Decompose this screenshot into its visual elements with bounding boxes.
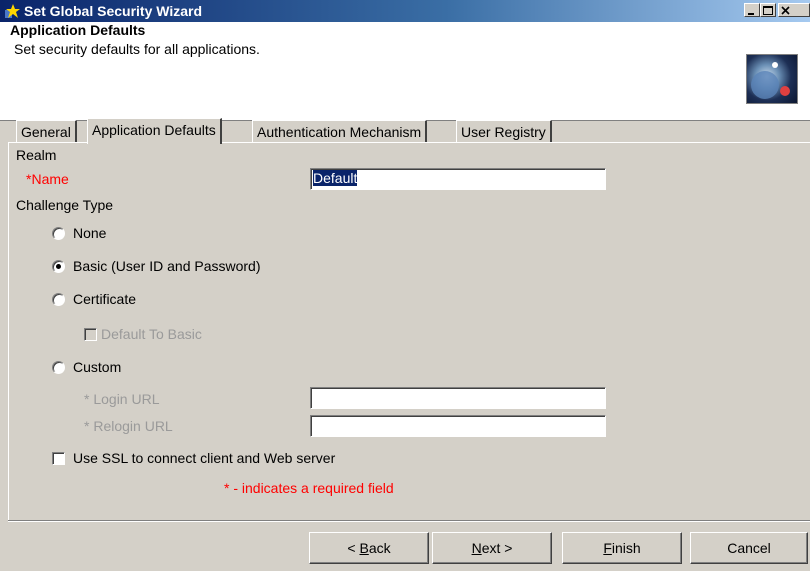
window-title: Set Global Security Wizard	[24, 3, 203, 19]
challenge-none-radio[interactable]	[52, 227, 65, 240]
challenge-certificate-radio[interactable]	[52, 293, 65, 306]
relogin-url-input[interactable]	[310, 415, 606, 437]
back-mnemonic: B	[359, 540, 369, 556]
radio-selected-dot	[56, 264, 61, 269]
required-field-note: * - indicates a required field	[224, 480, 394, 496]
realm-heading: Realm	[16, 147, 57, 163]
login-url-label: * Login URL	[84, 391, 160, 407]
realm-name-input[interactable]: Default	[310, 168, 606, 190]
tab-user-registry[interactable]: User Registry	[456, 120, 552, 142]
cancel-button[interactable]: Cancel	[690, 532, 808, 564]
relogin-url-label: * Relogin URL	[84, 418, 173, 434]
maximize-button[interactable]	[760, 3, 776, 17]
back-button[interactable]: < Back	[309, 532, 429, 564]
globe-icon	[746, 54, 798, 104]
challenge-basic-label[interactable]: Basic (User ID and Password)	[73, 258, 261, 274]
tab-user-registry-label: User Registry	[461, 124, 546, 140]
close-icon	[781, 6, 790, 15]
tab-application-defaults[interactable]: Application Defaults	[87, 118, 222, 144]
tab-general[interactable]: General	[16, 120, 77, 142]
finish-rest: inish	[611, 540, 641, 556]
tab-application-defaults-label: Application Defaults	[92, 122, 216, 138]
wizard-app-icon	[5, 4, 20, 18]
back-rest: ack	[368, 540, 391, 556]
minimize-button[interactable]	[744, 3, 760, 17]
challenge-custom-radio[interactable]	[52, 361, 65, 374]
finish-button[interactable]: Finish	[562, 532, 682, 564]
next-mnemonic: N	[471, 540, 482, 556]
default-to-basic-label: Default To Basic	[101, 326, 202, 342]
minimize-icon	[748, 13, 754, 15]
realm-name-value: Default	[313, 170, 358, 186]
wizard-header: Application Defaults Set security defaul…	[0, 22, 810, 121]
challenge-custom-label[interactable]: Custom	[73, 359, 121, 375]
tab-authentication-mechanism[interactable]: Authentication Mechanism	[252, 120, 428, 142]
challenge-certificate-label[interactable]: Certificate	[73, 291, 136, 307]
tab-general-label: General	[21, 124, 71, 140]
tab-authentication-mechanism-label: Authentication Mechanism	[257, 124, 422, 140]
button-separator	[8, 520, 810, 522]
back-prefix: <	[347, 540, 360, 556]
default-to-basic-checkbox[interactable]	[84, 328, 97, 341]
maximize-icon	[763, 6, 773, 15]
page-title: Application Defaults	[10, 22, 146, 38]
cancel-label: Cancel	[727, 540, 771, 556]
challenge-type-heading: Challenge Type	[16, 197, 114, 213]
login-url-input[interactable]	[310, 387, 606, 409]
name-label: *Name	[26, 171, 69, 187]
title-bar[interactable]: Set Global Security Wizard	[0, 0, 810, 22]
use-ssl-label[interactable]: Use SSL to connect client and Web server	[73, 450, 335, 466]
next-button[interactable]: Next >	[432, 532, 552, 564]
page-subtitle: Set security defaults for all applicatio…	[14, 41, 260, 57]
name-label-text: Name	[31, 171, 69, 187]
next-rest: ext >	[481, 540, 513, 556]
use-ssl-checkbox[interactable]	[52, 452, 65, 465]
finish-mnemonic: F	[603, 540, 612, 556]
close-button[interactable]	[778, 3, 810, 17]
challenge-none-label[interactable]: None	[73, 225, 106, 241]
challenge-basic-radio[interactable]	[52, 260, 65, 273]
